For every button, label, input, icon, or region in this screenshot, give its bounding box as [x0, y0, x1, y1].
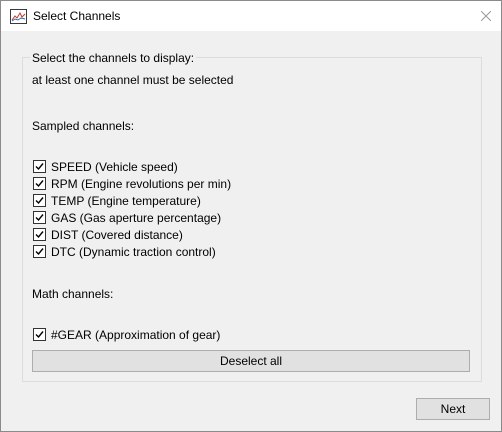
channel-checkbox-temp[interactable]: TEMP (Engine temperature)	[33, 193, 201, 208]
checkbox[interactable]	[33, 194, 46, 207]
deselect-all-button[interactable]: Deselect all	[32, 350, 470, 372]
sampled-channels-heading: Sampled channels:	[32, 119, 135, 133]
groupbox-legend: Select the channels to display:	[30, 51, 197, 65]
checkbox[interactable]	[33, 228, 46, 241]
next-button[interactable]: Next	[416, 398, 490, 420]
checkbox[interactable]	[33, 177, 46, 190]
channel-label: SPEED (Vehicle speed)	[51, 159, 178, 174]
channel-checkbox-dist[interactable]: DIST (Covered distance)	[33, 227, 183, 242]
checkbox[interactable]	[33, 211, 46, 224]
select-channels-dialog: Select Channels Select the channels to d…	[0, 0, 502, 432]
channel-checkbox-gas[interactable]: GAS (Gas aperture percentage)	[33, 210, 221, 225]
channel-label: GAS (Gas aperture percentage)	[51, 210, 222, 225]
checkbox[interactable]	[33, 245, 46, 258]
channel-checkbox-gear[interactable]: #GEAR (Approximation of gear)	[33, 327, 220, 342]
window-title: Select Channels	[33, 9, 121, 23]
channel-checkbox-rpm[interactable]: RPM (Engine revolutions per min)	[33, 176, 231, 191]
channel-label: DIST (Covered distance)	[51, 227, 183, 242]
channel-label: DTC (Dynamic traction control)	[51, 244, 216, 259]
channel-label: TEMP (Engine temperature)	[51, 193, 201, 208]
checkbox[interactable]	[33, 328, 46, 341]
close-button[interactable]	[471, 1, 501, 31]
selection-hint: at least one channel must be selected	[32, 73, 234, 87]
math-channels-heading: Math channels:	[32, 287, 114, 301]
close-icon	[481, 11, 491, 21]
channel-checkbox-dtc[interactable]: DTC (Dynamic traction control)	[33, 244, 216, 259]
channel-checkbox-speed[interactable]: SPEED (Vehicle speed)	[33, 159, 178, 174]
title-bar: Select Channels	[1, 1, 501, 31]
chart-app-icon	[10, 9, 27, 24]
channel-label: #GEAR (Approximation of gear)	[51, 327, 221, 342]
channel-label: RPM (Engine revolutions per min)	[51, 176, 232, 191]
checkbox[interactable]	[33, 160, 46, 173]
